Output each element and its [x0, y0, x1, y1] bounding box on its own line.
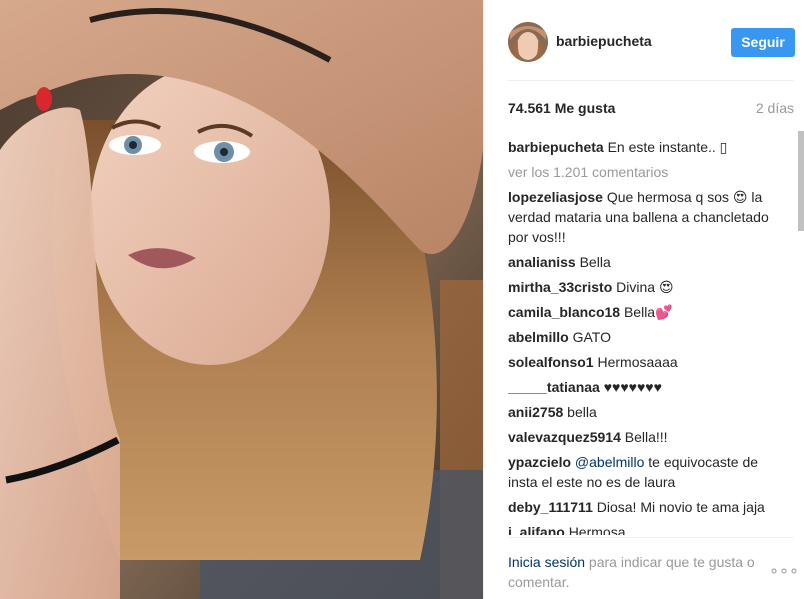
comment-username[interactable]: mirtha_33cristo [508, 279, 612, 295]
comment-item: j_alifano Hermosa [508, 522, 787, 535]
follow-button[interactable]: Seguir [731, 28, 795, 57]
comment-text: Hermosa [568, 524, 626, 535]
comment-text: Diosa! Mi novio te ama jaja [596, 499, 765, 515]
comment-username[interactable]: valevazquez5914 [508, 429, 621, 445]
comment-item: analianiss Bella [508, 252, 787, 272]
comment-item: mirtha_33cristo Divina 😍 [508, 277, 787, 297]
comments-list: barbiepucheta En este instante.. ▯ ver l… [508, 137, 787, 535]
comment-text: Bella💕 [623, 304, 673, 320]
comment-item: camila_blanco18 Bella💕 [508, 302, 787, 322]
footer-divider [508, 537, 794, 538]
comment-item: solealfonso1 Hermosaaaa [508, 352, 787, 372]
likes-count[interactable]: 74.561 Me gusta [508, 100, 615, 116]
likes-row: 74.561 Me gusta 2 días [508, 100, 794, 120]
comment-username[interactable]: lopezeliasjose [508, 189, 603, 205]
post-header: barbiepucheta Seguir [508, 22, 795, 62]
login-prompt: Inicia sesión para indicar que te gusta … [508, 552, 766, 592]
comment-username[interactable]: solealfonso1 [508, 354, 594, 370]
caption: barbiepucheta En este instante.. ▯ [508, 137, 787, 157]
comment-text: Bella!!! [624, 429, 668, 445]
comment-item: lopezeliasjose Que hermosa q sos 😍 la ve… [508, 187, 787, 247]
post-time[interactable]: 2 días [756, 100, 794, 116]
comment-text: Bella [579, 254, 611, 270]
comment-username[interactable]: ypazcielo [508, 454, 571, 470]
comment-text: Hermosaaaa [597, 354, 678, 370]
comment-item: abelmillo GATO [508, 327, 787, 347]
comment-items: lopezeliasjose Que hermosa q sos 😍 la ve… [508, 187, 787, 535]
comment-username[interactable]: anii2758 [508, 404, 563, 420]
selfie-image [0, 0, 483, 599]
comment-username[interactable]: abelmillo [508, 329, 569, 345]
comment-item: valevazquez5914 Bella!!! [508, 427, 787, 447]
comment-username[interactable]: analianiss [508, 254, 576, 270]
comment-text: ♥♥♥♥♥♥♥ [603, 379, 662, 395]
avatar-image [508, 22, 548, 62]
comment-text: GATO [572, 329, 611, 345]
comment-username[interactable]: j_alifano [508, 524, 565, 535]
comment-text: bella [567, 404, 597, 420]
scrollbar-thumb[interactable] [798, 131, 804, 231]
caption-username[interactable]: barbiepucheta [508, 139, 604, 155]
header-divider [508, 80, 794, 81]
comment-username[interactable]: _____tatianaa [508, 379, 600, 395]
post-side-panel: barbiepucheta Seguir 74.561 Me gusta 2 d… [483, 0, 804, 599]
more-options-icon[interactable] [771, 568, 797, 574]
post-author-username[interactable]: barbiepucheta [556, 33, 652, 49]
comment-item: deby_111711 Diosa! Mi novio te ama jaja [508, 497, 787, 517]
comment-item: ypazcielo @abelmillo te equivocaste de i… [508, 452, 787, 492]
comment-text: Divina 😍 [616, 279, 674, 295]
comment-item: anii2758 bella [508, 402, 787, 422]
view-all-comments-link[interactable]: ver los 1.201 comentarios [508, 162, 787, 182]
comments-scrollbar[interactable] [798, 131, 804, 536]
avatar[interactable] [508, 22, 548, 62]
comment-mention[interactable]: @abelmillo [575, 454, 644, 470]
login-link[interactable]: Inicia sesión [508, 554, 585, 570]
caption-text: En este instante.. ▯ [607, 139, 728, 155]
comment-username[interactable]: camila_blanco18 [508, 304, 620, 320]
comment-username[interactable]: deby_111711 [508, 499, 593, 515]
comment-item: _____tatianaa ♥♥♥♥♥♥♥ [508, 377, 787, 397]
post-photo[interactable] [0, 0, 483, 599]
